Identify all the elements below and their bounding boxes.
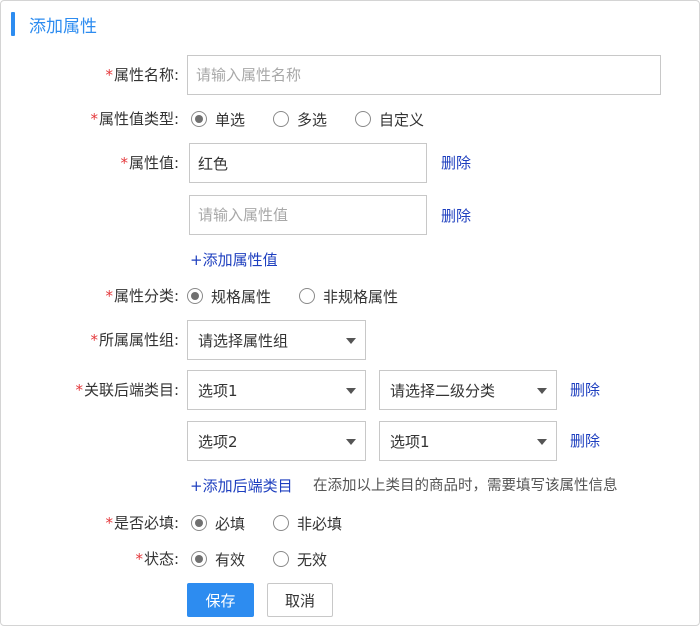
add-attribute-panel: 添加属性 *属性名称: *属性值类型: 单选 多选 自定义 *属性值: 删除 删…: [0, 0, 700, 626]
caret-down-icon: [346, 338, 356, 344]
radio-spec[interactable]: 规格属性: [187, 286, 271, 307]
radio-icon: [355, 111, 372, 127]
required-mark: *: [75, 381, 83, 399]
radio-icon: [273, 551, 290, 567]
required-mark: *: [105, 514, 113, 532]
status-label: *状态:: [135, 550, 179, 568]
panel-header: 添加属性: [11, 11, 97, 37]
name-label: *属性名称:: [105, 66, 179, 84]
caret-down-icon: [537, 439, 547, 445]
radio-non-spec[interactable]: 非规格属性: [299, 286, 398, 307]
caret-down-icon: [346, 439, 356, 445]
backend-category-label: *关联后端类目:: [75, 381, 179, 399]
value-type-label: *属性值类型:: [90, 110, 179, 128]
attribute-value-input-1[interactable]: [189, 143, 427, 183]
delete-category-link-1[interactable]: 删除: [570, 380, 600, 400]
attribute-value-input-2[interactable]: [189, 195, 427, 235]
backend-category-hint: 在添加以上类目的商品时，需要填写该属性信息: [313, 478, 618, 494]
backend-category-level2-select-2[interactable]: 选项1: [379, 421, 557, 461]
group-label: *所属属性组:: [90, 331, 179, 349]
attribute-group-select[interactable]: 请选择属性组: [187, 320, 366, 360]
required-radio-group: 必填 非必填: [191, 513, 370, 533]
caret-down-icon: [346, 388, 356, 394]
title-accent-bar: [11, 12, 15, 36]
required-mark: *: [120, 154, 128, 172]
value-type-radio-group: 单选 多选 自定义: [191, 109, 452, 129]
required-mark: *: [90, 110, 98, 128]
add-value-link[interactable]: +添加属性值: [190, 250, 278, 270]
required-label: *是否必填:: [105, 514, 179, 532]
backend-category-level1-select-1[interactable]: 选项1: [187, 370, 366, 410]
cancel-button[interactable]: 取消: [267, 583, 333, 617]
radio-single[interactable]: 单选: [191, 109, 245, 130]
backend-category-level2-select-1[interactable]: 请选择二级分类: [379, 370, 557, 410]
radio-icon: [191, 111, 207, 127]
radio-icon: [191, 551, 207, 567]
values-label: *属性值:: [120, 154, 179, 172]
required-mark: *: [135, 550, 143, 568]
radio-active[interactable]: 有效: [191, 549, 245, 570]
delete-category-link-2[interactable]: 删除: [570, 431, 600, 451]
page-title: 添加属性: [29, 16, 97, 37]
radio-required[interactable]: 必填: [191, 513, 245, 534]
category-kind-label: *属性分类:: [105, 287, 179, 305]
delete-value-link-1[interactable]: 删除: [441, 153, 471, 173]
radio-custom[interactable]: 自定义: [355, 109, 424, 130]
radio-icon: [273, 111, 290, 127]
required-mark: *: [105, 287, 113, 305]
radio-multiple[interactable]: 多选: [273, 109, 327, 130]
add-backend-category-link[interactable]: +添加后端类目: [190, 476, 293, 496]
radio-icon: [191, 515, 207, 531]
radio-inactive[interactable]: 无效: [273, 549, 327, 570]
radio-not-required[interactable]: 非必填: [273, 513, 342, 534]
category-kind-radio-group: 规格属性 非规格属性: [187, 286, 426, 306]
save-button[interactable]: 保存: [187, 583, 254, 617]
backend-category-level1-select-2[interactable]: 选项2: [187, 421, 366, 461]
caret-down-icon: [537, 388, 547, 394]
radio-icon: [187, 288, 203, 304]
delete-value-link-2[interactable]: 删除: [441, 206, 471, 226]
radio-icon: [299, 288, 316, 304]
radio-icon: [273, 515, 290, 531]
required-mark: *: [105, 66, 113, 84]
status-radio-group: 有效 无效: [191, 549, 355, 569]
required-mark: *: [90, 331, 98, 349]
attribute-name-input[interactable]: [187, 55, 661, 95]
